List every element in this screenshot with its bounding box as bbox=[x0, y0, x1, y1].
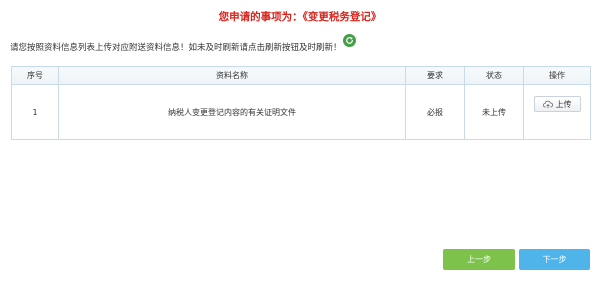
column-header-action: 操作 bbox=[523, 66, 591, 85]
refresh-button[interactable] bbox=[343, 34, 356, 47]
notice-text: 请您按照资料信息列表上传对应附送资料信息！如未及时刷新请点击刷新按钮及时刷新！ bbox=[10, 43, 342, 53]
column-header-name: 资料名称 bbox=[58, 66, 406, 85]
upload-button-label: 上传 bbox=[555, 99, 572, 109]
table-row: 1 纳税人变更登记内容的有关证明文件 必报 未上传 上传 bbox=[11, 84, 591, 140]
notice-row: 请您按照资料信息列表上传对应附送资料信息！如未及时刷新请点击刷新按钮及时刷新！ bbox=[10, 40, 342, 54]
row-index: 1 bbox=[11, 84, 59, 140]
column-header-status: 状态 bbox=[464, 66, 524, 85]
row-document-name: 纳税人变更登记内容的有关证明文件 bbox=[58, 84, 406, 140]
next-step-button[interactable]: 下一步 bbox=[519, 249, 590, 270]
table-header-row: 序号 资料名称 要求 状态 操作 bbox=[11, 66, 591, 85]
refresh-icon bbox=[346, 37, 353, 44]
row-action-cell: 上传 bbox=[523, 84, 591, 140]
cloud-upload-icon bbox=[542, 100, 553, 108]
column-header-requirement: 要求 bbox=[405, 66, 465, 85]
document-table: 序号 资料名称 要求 状态 操作 1 纳税人变更登记内容的有关证明文件 必报 未… bbox=[11, 66, 591, 140]
prev-step-button[interactable]: 上一步 bbox=[443, 249, 515, 270]
row-requirement: 必报 bbox=[405, 84, 465, 140]
upload-button[interactable]: 上传 bbox=[533, 96, 581, 112]
page-title: 您申请的事项为：《变更税务登记》 bbox=[218, 11, 382, 23]
column-header-index: 序号 bbox=[11, 66, 59, 85]
row-status: 未上传 bbox=[464, 84, 524, 140]
